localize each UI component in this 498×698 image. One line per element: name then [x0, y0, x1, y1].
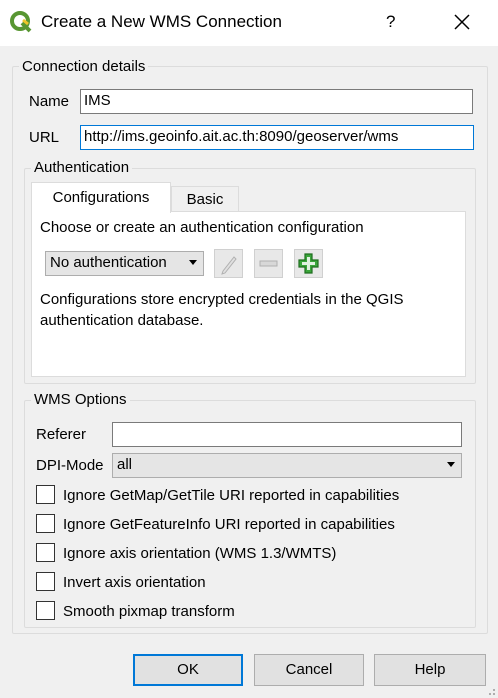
- referer-input[interactable]: [112, 422, 462, 447]
- checkbox-smooth-pixmap-label: Smooth pixmap transform: [63, 603, 235, 620]
- auth-description-line1: Configurations store encrypted credentia…: [40, 291, 404, 308]
- url-label: URL: [29, 129, 60, 146]
- dpi-mode-value: all: [117, 456, 133, 473]
- checkbox-ignore-getmap-label: Ignore GetMap/GetTile URI reported in ca…: [63, 487, 400, 504]
- checkbox-ignore-getfeatureinfo[interactable]: [36, 514, 55, 533]
- checkbox-invert-axis-label: Invert axis orientation: [63, 574, 206, 591]
- checkbox-invert-axis[interactable]: [36, 572, 55, 591]
- dpi-mode-label: DPI-Mode: [36, 457, 104, 474]
- checkbox-ignore-getfeatureinfo-label: Ignore GetFeatureInfo URI reported in ca…: [63, 516, 395, 533]
- qgis-logo-icon: [10, 11, 32, 33]
- chevron-down-icon: [447, 462, 455, 467]
- tab-basic[interactable]: Basic: [171, 186, 239, 212]
- remove-auth-button[interactable]: [254, 249, 283, 278]
- wms-options-label: WMS Options: [31, 391, 130, 408]
- help-button[interactable]: ?: [386, 12, 395, 32]
- remove-minus-icon: [259, 260, 278, 267]
- choose-auth-text: Choose or create an authentication confi…: [40, 219, 364, 236]
- connection-details-label: Connection details: [19, 58, 149, 75]
- resize-grip-icon[interactable]: [484, 684, 496, 696]
- add-plus-icon: [298, 253, 319, 274]
- cancel-button[interactable]: Cancel: [254, 654, 364, 686]
- edit-pencil-icon: [221, 256, 237, 275]
- ok-button[interactable]: OK: [133, 654, 243, 686]
- auth-config-select[interactable]: No authentication: [45, 251, 204, 276]
- auth-config-value: No authentication: [50, 254, 167, 271]
- window-title: Create a New WMS Connection: [41, 12, 282, 31]
- close-icon[interactable]: [450, 10, 474, 34]
- chevron-down-icon: [189, 260, 197, 265]
- auth-description-line2: authentication database.: [40, 312, 204, 329]
- url-input[interactable]: http://ims.geoinfo.ait.ac.th:8090/geoser…: [80, 125, 474, 150]
- edit-auth-button[interactable]: [214, 249, 243, 278]
- referer-label: Referer: [36, 426, 87, 443]
- dpi-mode-select[interactable]: all: [112, 453, 462, 478]
- name-input[interactable]: IMS: [80, 89, 473, 114]
- checkbox-smooth-pixmap[interactable]: [36, 601, 55, 620]
- checkbox-ignore-axis-label: Ignore axis orientation (WMS 1.3/WMTS): [63, 545, 337, 562]
- help-dialog-button[interactable]: Help: [374, 654, 486, 686]
- name-label: Name: [29, 93, 70, 110]
- tab-configurations[interactable]: Configurations: [31, 182, 171, 213]
- add-auth-button[interactable]: [294, 249, 323, 278]
- checkbox-ignore-axis[interactable]: [36, 543, 55, 562]
- checkbox-ignore-getmap[interactable]: [36, 485, 55, 504]
- authentication-label: Authentication: [31, 159, 133, 176]
